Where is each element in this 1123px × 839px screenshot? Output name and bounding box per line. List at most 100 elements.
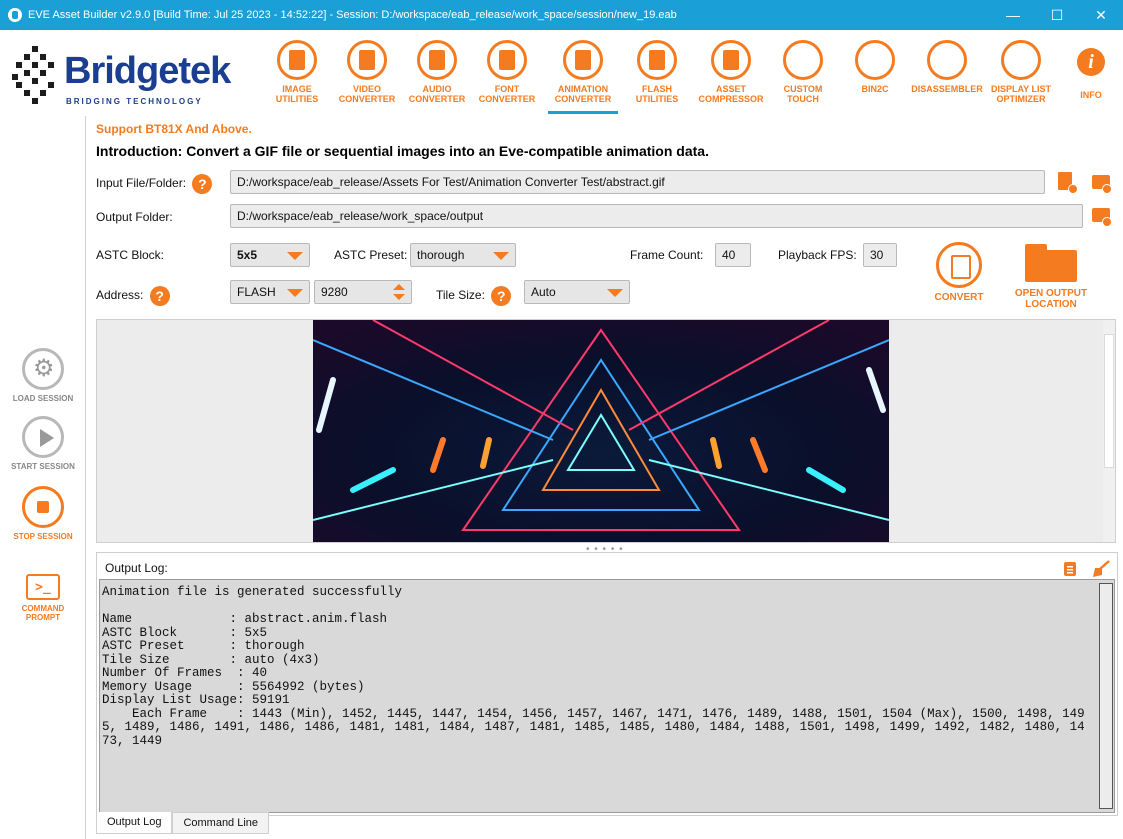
tool-video-converter[interactable]: VIDEO CONVERTER [332,36,402,114]
audio-icon [417,40,457,80]
stop-icon [22,486,64,528]
tile-size-select[interactable]: Auto [524,280,630,304]
chevron-down-icon [607,289,623,297]
log-scrollbar[interactable] [1099,583,1113,809]
logo-word: Bridgetek [64,50,231,92]
tile-size-help-icon[interactable]: ? [491,286,512,306]
tool-image-utilities[interactable]: IMAGE UTILITIES [262,36,332,114]
gears-icon [22,348,64,390]
astc-preset-label: ASTC Preset: [334,248,408,262]
tool-label: DISPLAY LIST OPTIMIZER [990,84,1052,104]
tool-info[interactable]: i INFO [1056,36,1123,114]
tool-font-converter[interactable]: FONT CONVERTER [472,36,542,114]
address-type-select[interactable]: FLASH [230,280,310,304]
start-session-label: START SESSION [11,462,75,471]
convert-label: CONVERT [934,292,984,303]
output-folder-icon[interactable] [1092,205,1112,227]
command-prompt-label: COMMAND PROMPT [21,604,65,622]
tile-size-label-row: Tile Size: ? [436,286,512,306]
disassembler-icon [927,40,967,80]
log-tabs: Output Log Command Line [96,812,270,834]
preview-image [313,320,889,542]
scroll-thumb[interactable] [1104,334,1114,468]
convert-button[interactable]: CONVERT [928,242,990,303]
add-folder-icon[interactable] [1092,172,1112,194]
tool-audio-converter[interactable]: AUDIO CONVERTER [402,36,472,114]
tool-label: DISASSEMBLER [911,84,983,94]
animation-preview [96,319,1116,543]
output-log-title: Output Log: [105,561,168,575]
playback-fps-field[interactable]: 30 [863,243,897,267]
tool-label: BIN2C [861,84,889,94]
astc-block-label: ASTC Block: [96,248,165,262]
logo-mark-icon [12,46,54,104]
spin-down-icon[interactable] [393,294,405,300]
stop-session-button[interactable]: STOP SESSION [0,486,86,541]
bridgetek-logo: Bridgetek BRIDGING TECHNOLOGY [12,42,252,112]
minimize-button[interactable]: — [991,0,1035,30]
tool-display-list-optimizer[interactable]: DISPLAY LIST OPTIMIZER [986,36,1056,114]
input-help-icon[interactable]: ? [192,174,213,194]
output-folder-field[interactable]: D:/workspace/eab_release/work_space/outp… [230,204,1083,228]
tool-label: ASSET COMPRESSOR [698,84,764,104]
output-label: Output Folder: [96,210,173,224]
astc-preset-value: thorough [417,248,465,262]
tool-custom-touch[interactable]: CUSTOM TOUCH [768,36,838,114]
flash-icon [637,40,677,80]
spin-up-icon[interactable] [393,284,405,290]
address-value: 9280 [321,285,348,299]
compressor-icon [711,40,751,80]
load-session-button[interactable]: LOAD SESSION [0,348,86,403]
start-session-button[interactable]: START SESSION [0,416,86,471]
info-icon: i [1077,48,1105,76]
touch-icon [783,40,823,80]
address-label-row: Address: ? [96,286,170,306]
close-button[interactable]: ✕ [1079,0,1123,30]
open-output-label: OPEN OUTPUT LOCATION [1014,288,1088,310]
tool-label: VIDEO CONVERTER [338,84,396,104]
frame-count-label: Frame Count: [630,248,704,262]
image-icon [277,40,317,80]
astc-block-select[interactable]: 5x5 [230,243,310,267]
frame-count-field[interactable]: 40 [715,243,751,267]
tool-disassembler[interactable]: DISASSEMBLER [911,36,983,114]
address-spinbox[interactable]: 9280 [314,280,412,304]
tab-command-line[interactable]: Command Line [172,812,270,834]
chevron-down-icon [287,289,303,297]
tool-bin2c[interactable]: BIN2C [840,36,910,114]
font-icon [487,40,527,80]
tab-output-log[interactable]: Output Log [96,812,173,834]
video-icon [347,40,387,80]
preview-scrollbar[interactable] [1103,320,1115,542]
clear-broom-icon[interactable] [1091,560,1111,578]
copy-icon[interactable] [1063,561,1077,577]
tool-flash-utilities[interactable]: FLASH UTILITIES [622,36,692,114]
tool-label: IMAGE UTILITIES [275,84,319,104]
session-sidebar: LOAD SESSION START SESSION STOP SESSION … [0,116,86,839]
convert-icon [936,242,982,288]
tool-label: FONT CONVERTER [478,84,536,104]
address-label: Address: [96,288,144,303]
tool-asset-compressor[interactable]: ASSET COMPRESSOR [696,36,766,114]
app-icon [8,8,22,22]
tool-label: ANIMATION CONVERTER [554,84,612,104]
astc-preset-select[interactable]: thorough [410,243,516,267]
address-type-value: FLASH [237,285,276,299]
command-prompt-button[interactable]: >_ COMMAND PROMPT [0,574,86,622]
tool-animation-converter[interactable]: ANIMATION CONVERTER [548,36,618,114]
input-label-row: Input File/Folder: ? [96,174,213,194]
maximize-button[interactable]: ☐ [1035,0,1079,30]
address-help-icon[interactable]: ? [149,286,170,306]
add-file-icon[interactable] [1058,172,1078,194]
open-output-location-button[interactable]: OPEN OUTPUT LOCATION [1006,240,1096,310]
tool-label: INFO [1080,90,1102,100]
chevron-down-icon [287,252,303,260]
terminal-icon: >_ [26,574,60,600]
tool-label: AUDIO CONVERTER [408,84,466,104]
playback-fps-label: Playback FPS: [778,248,857,262]
main-toolbar: Bridgetek BRIDGING TECHNOLOGY IMAGE UTIL… [0,30,1123,116]
input-file-field[interactable]: D:/workspace/eab_release/Assets For Test… [230,170,1045,194]
support-note: Support BT81X And Above. [96,122,252,136]
output-log-panel: Output Log: Animation file is generated … [96,552,1118,816]
animation-converter-panel: Support BT81X And Above. Introduction: C… [86,116,1123,839]
